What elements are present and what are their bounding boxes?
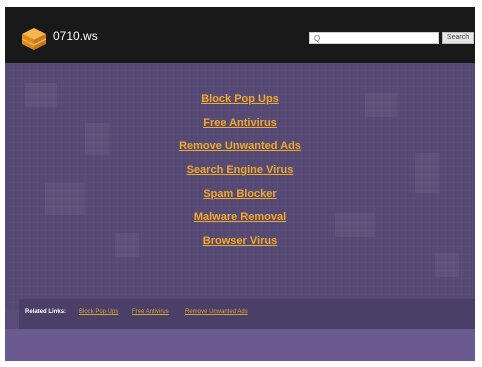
link-browser-virus[interactable]: Browser Virus: [5, 230, 475, 254]
link-remove-unwanted-ads[interactable]: Remove Unwanted Ads: [5, 135, 475, 159]
stack-logo-icon[interactable]: [19, 24, 49, 54]
footer-link-remove-unwanted-ads[interactable]: Remove Unwanted Ads: [185, 309, 248, 315]
search-button[interactable]: Search: [442, 32, 474, 44]
footer-link-block-pop-ups[interactable]: Block Pop Ups: [79, 309, 118, 315]
link-spam-blocker[interactable]: Spam Blocker: [5, 183, 475, 207]
page-frame: 0710.ws Q Search Block Pop Ups Free Anti…: [5, 7, 475, 361]
related-links-bar: Related Links: Block Pop Ups Free Antivi…: [19, 299, 475, 329]
link-block-pop-ups[interactable]: Block Pop Ups: [5, 88, 475, 112]
bottom-strip: [5, 329, 475, 361]
pattern-block: [435, 253, 459, 277]
site-header: 0710.ws Q Search: [5, 7, 475, 63]
link-search-engine-virus[interactable]: Search Engine Virus: [5, 159, 475, 183]
link-list: Block Pop Ups Free Antivirus Remove Unwa…: [5, 88, 475, 254]
search-icon: Q: [314, 34, 321, 43]
link-free-antivirus[interactable]: Free Antivirus: [5, 112, 475, 136]
search-input[interactable]: Q: [309, 32, 439, 44]
main-content: Block Pop Ups Free Antivirus Remove Unwa…: [5, 63, 475, 311]
related-links-label: Related Links:: [25, 309, 67, 315]
site-title[interactable]: 0710.ws: [53, 29, 98, 43]
link-malware-removal[interactable]: Malware Removal: [5, 206, 475, 230]
footer-link-free-antivirus[interactable]: Free Antivirus: [132, 309, 169, 315]
